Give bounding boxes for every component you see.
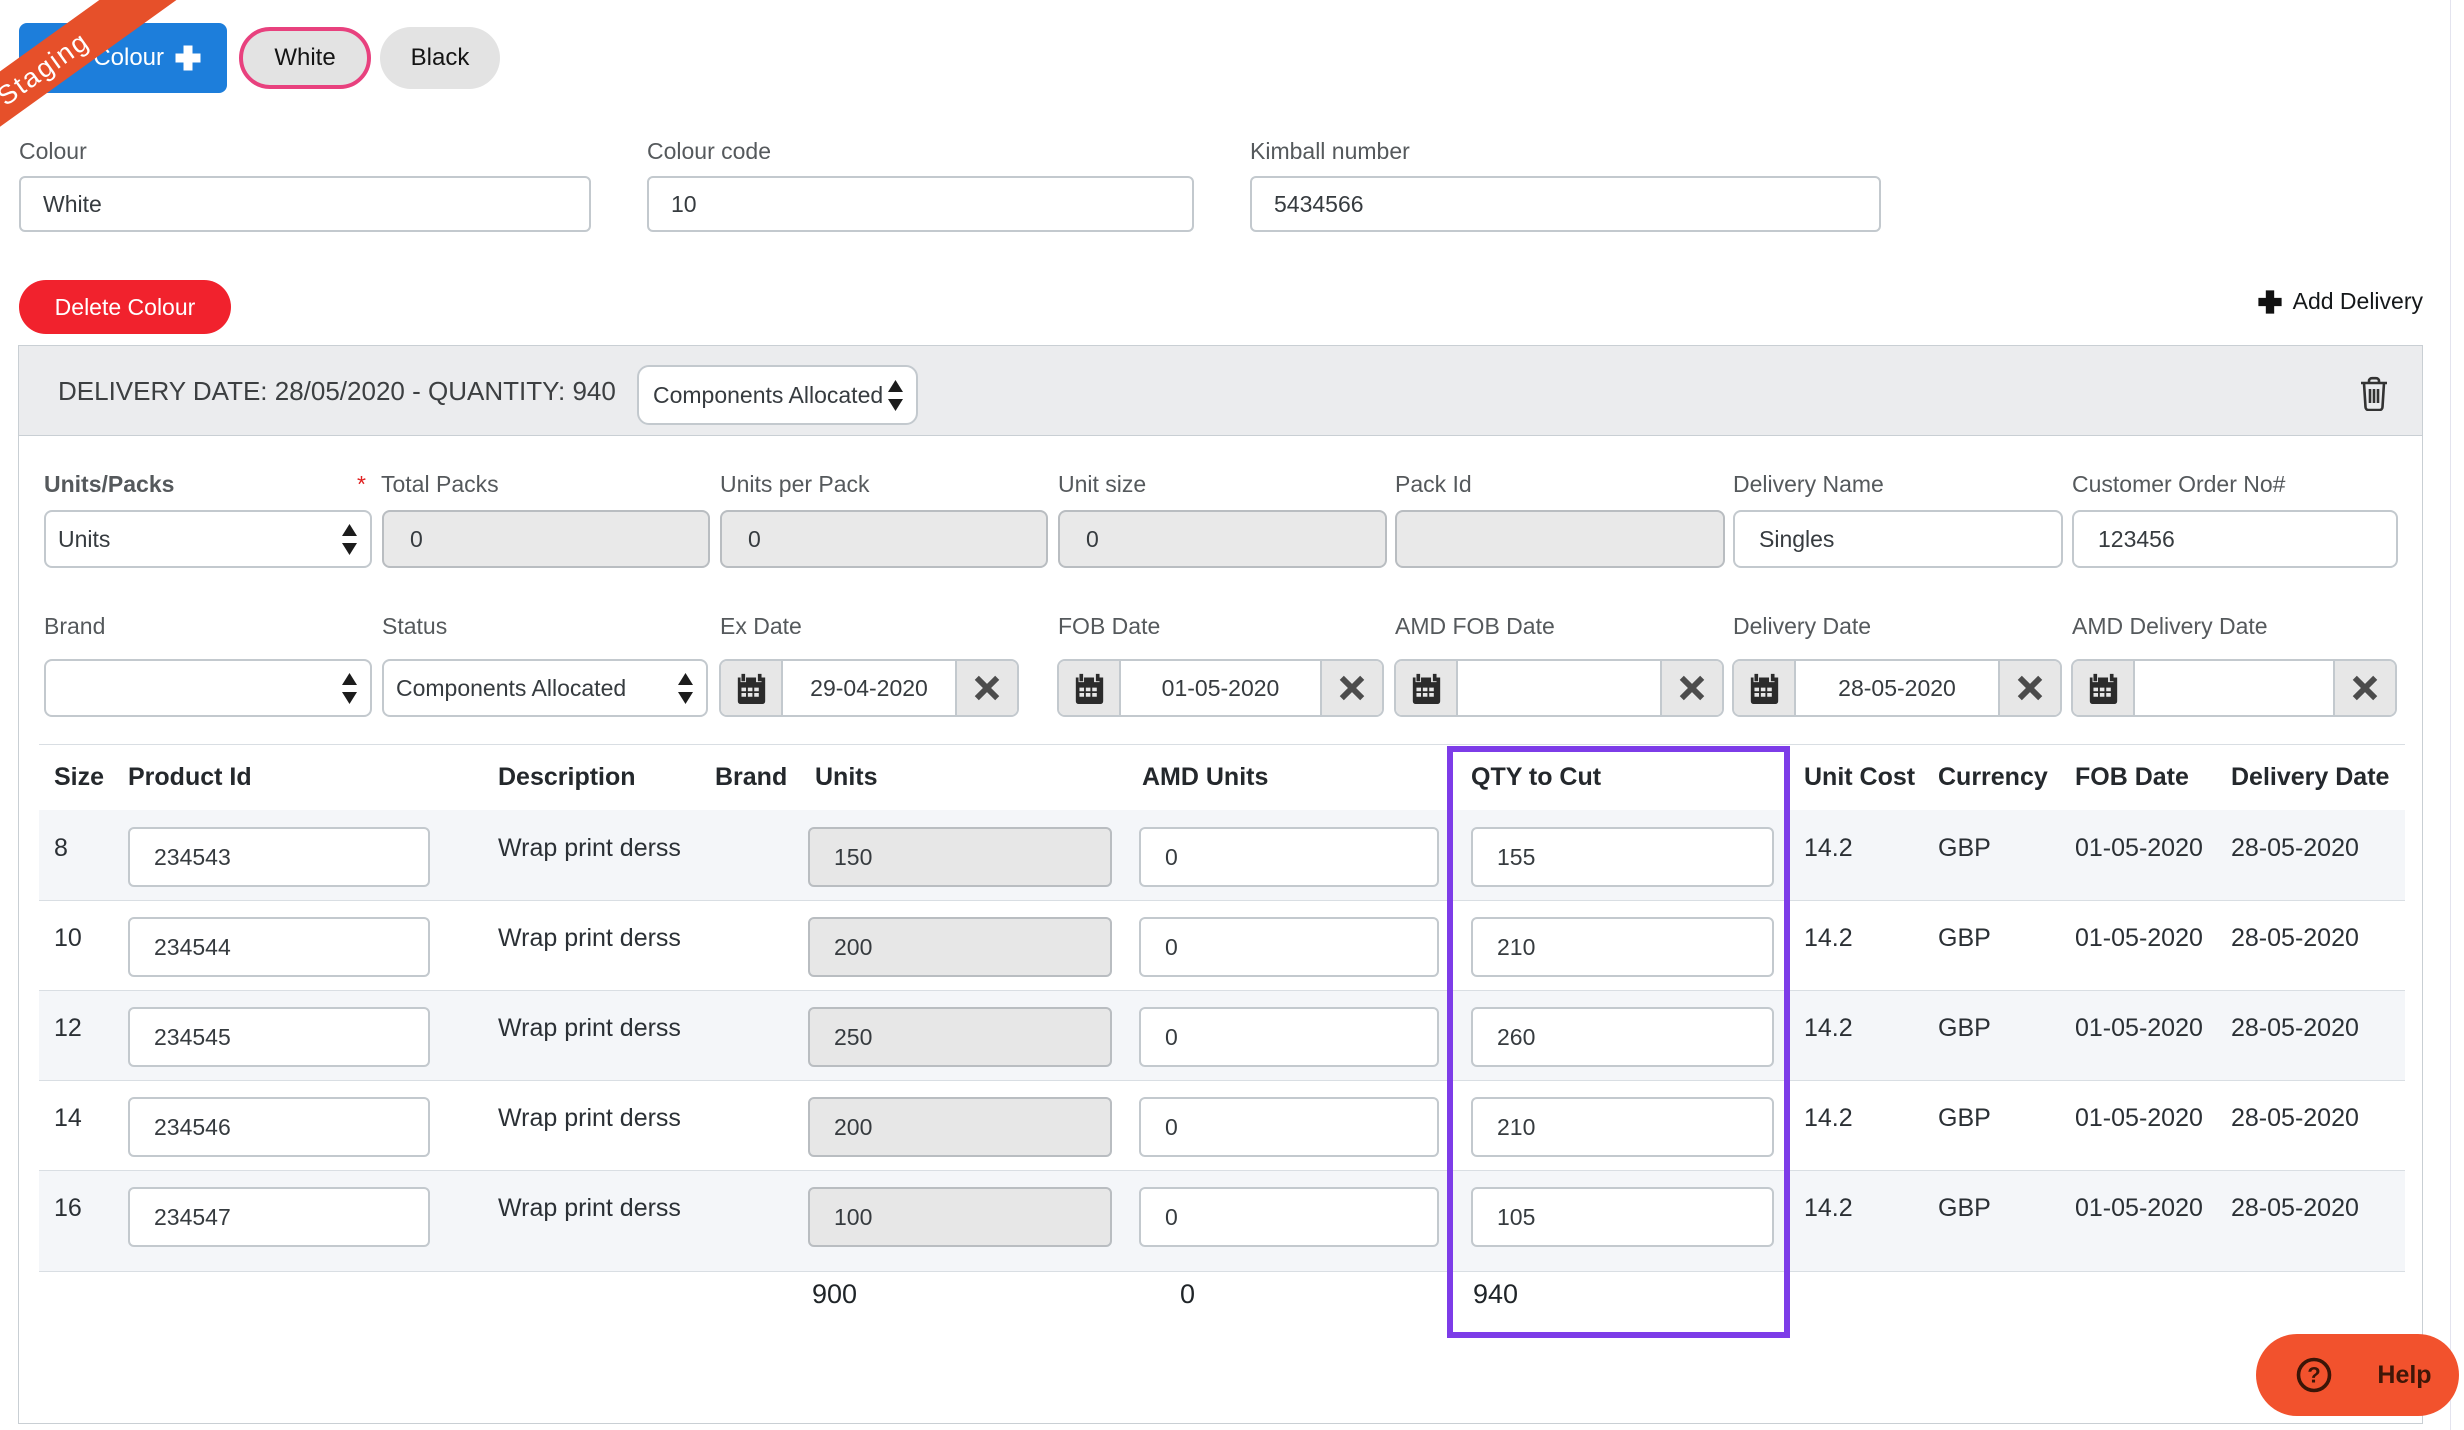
svg-text:?: ?	[2308, 1363, 2321, 1388]
